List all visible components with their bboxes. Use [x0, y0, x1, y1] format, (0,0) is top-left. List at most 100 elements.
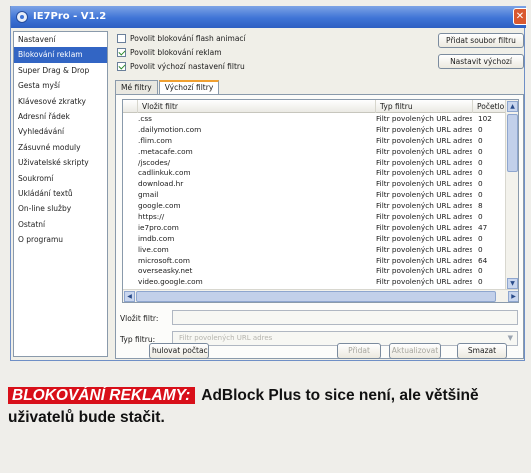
cell-count: 0: [478, 146, 483, 156]
table-row[interactable]: live.com Filtr povolených URL adres 0: [123, 245, 506, 256]
scroll-right-icon[interactable]: ▶: [508, 291, 518, 302]
sidebar-item[interactable]: Klávesové zkratky: [14, 94, 107, 109]
vertical-scrollbar[interactable]: ▲ ▼: [505, 100, 518, 290]
horizontal-scrollbar[interactable]: ◀ ▶: [123, 289, 518, 302]
cell-filter: .metacafe.com: [138, 146, 193, 156]
filter-table: Vložit filtr Typ filtru Početlo .css Filt…: [122, 99, 519, 303]
delete-button[interactable]: Smazat: [457, 343, 507, 359]
cell-filter: .css: [138, 114, 152, 123]
sidebar-item[interactable]: Super Drag & Drop: [14, 63, 107, 78]
update-button[interactable]: Aktualizovat: [389, 343, 441, 359]
sidebar: Nastavení Blokování reklam Super Drag & Dr…: [13, 31, 108, 357]
scroll-thumb[interactable]: [507, 114, 518, 172]
table-row[interactable]: google.com Filtr povolených URL adres 8: [123, 201, 506, 212]
cell-count: 0: [478, 212, 483, 222]
sidebar-item[interactable]: Vyhledávání: [14, 124, 107, 139]
caption-label: BLOKOVÁNÍ REKLAMY:: [8, 387, 196, 404]
scroll-up-icon[interactable]: ▲: [507, 101, 518, 112]
cell-type: Filtr povolených URL adres: [376, 266, 472, 276]
cell-filter: .flim.com: [138, 135, 172, 145]
cell-count: 0: [478, 190, 483, 200]
table-row[interactable]: .css Filtr povolených URL adres 102: [123, 114, 506, 125]
tab[interactable]: Výchozí filtry: [158, 80, 220, 95]
cell-filter: download.hr: [138, 179, 184, 189]
close-icon[interactable]: ✕: [513, 8, 527, 25]
cell-count: 64: [478, 255, 488, 265]
cell-type: Filtr povolených URL adres: [376, 135, 472, 145]
header-filter[interactable]: Vložit filtr: [138, 100, 376, 113]
cell-count: 102: [478, 114, 492, 123]
cell-type: Filtr povolených URL adres: [376, 124, 472, 134]
tab-panel: Vložit filtr Typ filtru Početlo .css Filt…: [115, 94, 524, 359]
table-row[interactable]: microsoft.com Filtr povolených URL adres 6…: [123, 256, 506, 267]
table-row[interactable]: .flim.com Filtr povolených URL adres 0: [123, 136, 506, 147]
ads-checkbox[interactable]: [117, 48, 126, 57]
cell-type: Filtr povolených URL adres: [376, 277, 472, 287]
set-default-button[interactable]: Nastavit výchozí: [438, 54, 524, 69]
add-filter-file-button[interactable]: Přidat soubor filtru: [438, 33, 524, 48]
app-window: IE7Pro - V1.2 ✕ Nastavení Blokování rekla…: [10, 6, 527, 361]
cell-type: Filtr povolených URL adres: [376, 233, 472, 243]
cell-filter: video.google.com: [138, 277, 203, 287]
chevron-down-icon[interactable]: ▼: [508, 332, 513, 345]
cell-count: 0: [478, 233, 483, 243]
default-filter-option[interactable]: Povolit výchozí nastavení filtru: [117, 60, 245, 73]
sidebar-item[interactable]: Gesta myší: [14, 78, 107, 93]
reset-counter-button[interactable]: hulovat počtac: [149, 343, 209, 359]
scroll-down-icon[interactable]: ▼: [507, 278, 518, 289]
cell-count: 0: [478, 124, 483, 134]
cell-count: 8: [478, 201, 483, 211]
table-row[interactable]: /jscodes/Filtr povolených URL adres 0: [123, 158, 506, 169]
default-filter-option-label: Povolit výchozí nastavení filtru: [130, 62, 245, 71]
insert-filter-label: Vložit filtr:: [120, 314, 159, 323]
cell-type: Filtr povolených URL adres: [376, 201, 472, 211]
title-bar[interactable]: IE7Pro - V1.2 ✕: [11, 6, 527, 28]
window-title: IE7Pro - V1.2: [33, 11, 107, 22]
cell-filter: google.com: [138, 201, 181, 211]
sidebar-item[interactable]: Adresní řádek: [14, 109, 107, 124]
flash-option-label: Povolit blokování flash animací: [130, 34, 246, 43]
add-button[interactable]: Přidat: [337, 343, 381, 359]
table-row[interactable]: .metacafe.com Filtr povolených URL adres 0: [123, 147, 506, 158]
table-row[interactable]: imdb.com Filtr povolených URL adres 0: [123, 234, 506, 245]
cell-filter: https://: [138, 212, 165, 222]
table-row[interactable]: ie7pro.com Filtr povolených URL adres 47: [123, 223, 506, 234]
cell-count: 0: [478, 179, 483, 189]
ads-option[interactable]: Povolit blokování reklam: [117, 46, 222, 59]
table-row[interactable]: cadlinkuk.com Filtr povolených URL adres 0: [123, 168, 506, 179]
sidebar-item[interactable]: Uživatelské skripty: [14, 155, 107, 170]
flash-option[interactable]: Povolit blokování flash animací: [117, 32, 246, 45]
sidebar-item[interactable]: Ostatní: [14, 217, 107, 232]
cell-filter: live.com: [138, 244, 169, 254]
sidebar-item[interactable]: Nastavení: [14, 32, 107, 47]
cell-filter: /jscodes/: [138, 157, 171, 167]
cell-filter: ie7pro.com: [138, 222, 179, 232]
table-row[interactable]: .dailymotion.com Filtr povolených URL adr…: [123, 125, 506, 136]
flash-checkbox[interactable]: [117, 34, 126, 43]
header-count[interactable]: Početlo: [473, 100, 506, 113]
table-row[interactable]: download.hr Filtr povolených URL adres 0: [123, 179, 506, 190]
insert-filter-input[interactable]: [172, 310, 518, 325]
caption: BLOKOVÁNÍ REKLAMY: AdBlock Plus to sice n…: [8, 385, 523, 429]
sidebar-item[interactable]: On-line služby: [14, 201, 107, 216]
hscroll-thumb[interactable]: [136, 291, 496, 302]
cell-count: 0: [478, 266, 483, 276]
sidebar-item[interactable]: Blokování reklam: [14, 47, 107, 63]
cell-filter: cadlinkuk.com: [138, 168, 191, 178]
tab[interactable]: Mé filtry: [115, 80, 158, 94]
sidebar-item[interactable]: Soukromí: [14, 171, 107, 186]
table-row[interactable]: video.google.com Filtr povolených URL adr…: [123, 277, 506, 288]
scroll-left-icon[interactable]: ◀: [124, 291, 135, 302]
default-filter-checkbox[interactable]: [117, 62, 126, 71]
cell-filter: .dailymotion.com: [138, 124, 202, 134]
sidebar-item[interactable]: Ukládání textů: [14, 186, 107, 201]
table-header: Vložit filtr Typ filtru Početlo: [123, 100, 506, 113]
table-row[interactable]: https:// Filtr povolených URL adres 0: [123, 212, 506, 223]
sidebar-item[interactable]: O programu: [14, 232, 107, 247]
cell-type: Filtr povolených URL adres: [376, 179, 472, 189]
header-type[interactable]: Typ filtru: [376, 100, 473, 113]
table-row[interactable]: overseasky.net Filtr povolených URL adres…: [123, 266, 506, 277]
cell-filter: overseasky.net: [138, 266, 193, 276]
sidebar-item[interactable]: Zásuvné moduly: [14, 140, 107, 155]
table-row[interactable]: gmail Filtr povolených URL adres 0: [123, 190, 506, 201]
